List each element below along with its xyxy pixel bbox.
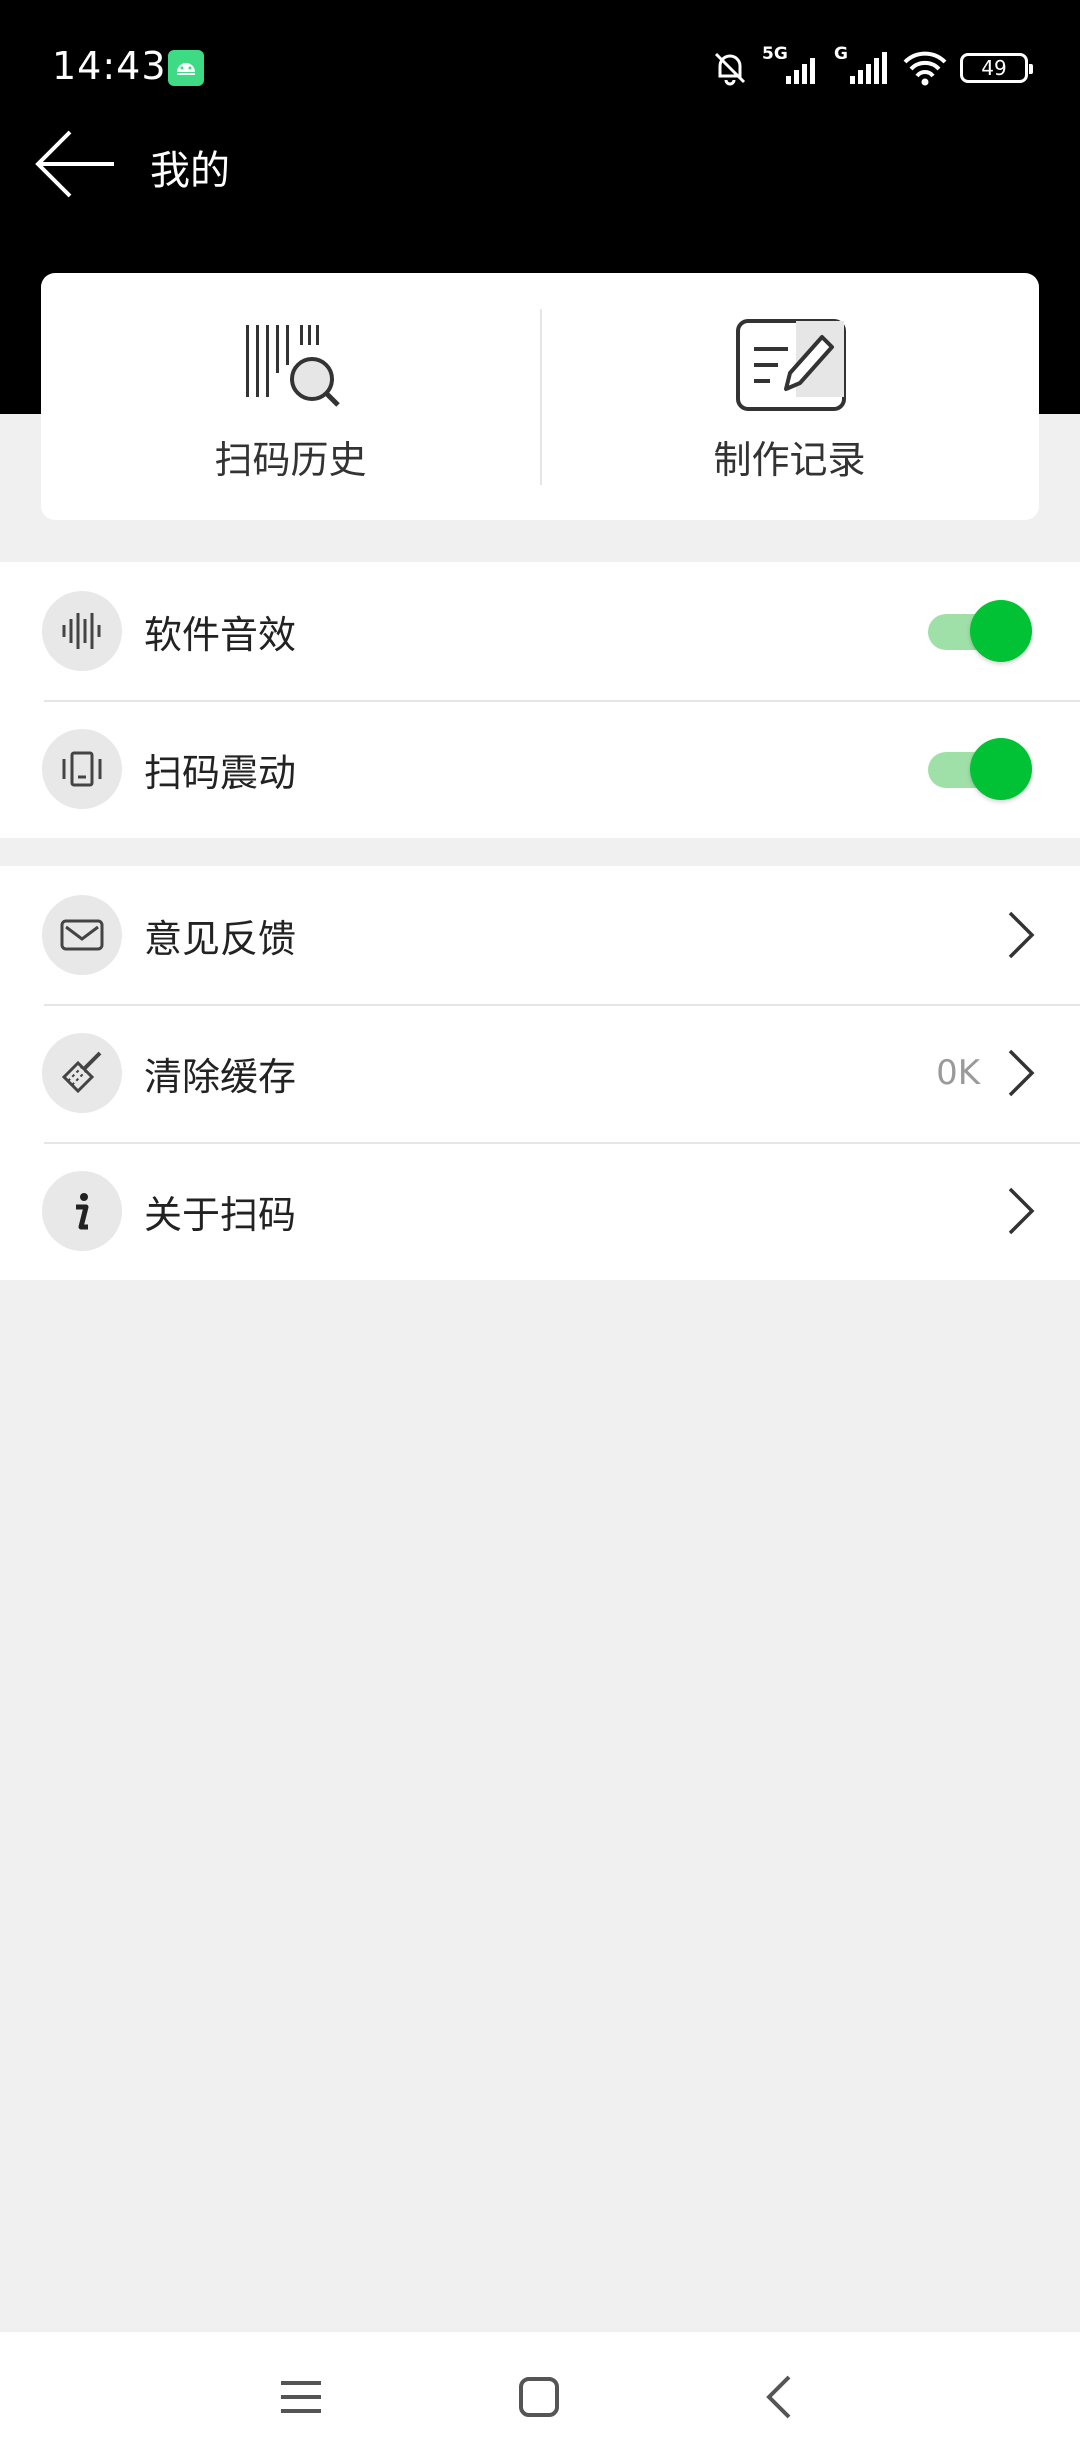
recent-apps-button[interactable]	[266, 2362, 336, 2432]
feedback-label: 意见反馈	[144, 916, 297, 961]
sound-effects-label: 软件音效	[144, 612, 297, 657]
toggle-knob	[970, 738, 1032, 800]
settings-row-sound: 软件音效	[0, 562, 1080, 700]
edit-note-icon	[735, 319, 846, 411]
sound-wave-icon	[42, 591, 122, 671]
menu-row-about[interactable]: 关于扫码	[0, 1142, 1080, 1280]
vibrate-icon	[42, 729, 122, 809]
menu-row-clear-cache[interactable]: 清除缓存 0K	[0, 1004, 1080, 1142]
scan-vibration-label: 扫码震动	[144, 750, 297, 795]
card-divider	[540, 309, 542, 485]
system-nav-bar	[0, 2332, 1080, 2460]
status-bar: 14:43 5G G 49	[0, 0, 1080, 138]
mail-icon	[42, 895, 122, 975]
scan-history-button[interactable]: 扫码历史	[41, 273, 540, 520]
menu-icon	[281, 2381, 321, 2413]
create-records-button[interactable]: 制作记录	[540, 273, 1039, 520]
barcode-search-icon	[245, 325, 340, 407]
back-button[interactable]	[30, 124, 120, 204]
chevron-right-icon	[1008, 1049, 1035, 1097]
home-button[interactable]	[504, 2362, 574, 2432]
signal-g-icon: G	[834, 44, 890, 88]
broom-icon	[42, 1033, 122, 1113]
back-chevron-icon	[766, 2375, 791, 2419]
scan-vibration-toggle[interactable]	[924, 736, 1032, 802]
status-time: 14:43	[52, 44, 167, 88]
menu-group: 意见反馈 清除缓存 0K 关于扫码	[0, 866, 1080, 1280]
top-card: 扫码历史 制作记录	[41, 273, 1039, 520]
battery-icon: 49	[960, 53, 1033, 83]
settings-group: 软件音效 扫码震动	[0, 562, 1080, 838]
system-back-button[interactable]	[744, 2362, 814, 2432]
android-notification-icon	[168, 50, 204, 86]
chevron-right-icon	[1008, 911, 1035, 959]
menu-row-feedback[interactable]: 意见反馈	[0, 866, 1080, 1004]
cache-size-value: 0K	[936, 1053, 980, 1093]
clear-cache-label: 清除缓存	[144, 1054, 297, 1099]
arrow-left-icon	[35, 130, 114, 198]
chevron-right-icon	[1008, 1187, 1035, 1235]
sound-effects-toggle[interactable]	[924, 598, 1032, 664]
home-square-icon	[519, 2377, 559, 2417]
page-title: 我的	[150, 148, 230, 194]
create-records-label: 制作记录	[713, 438, 866, 482]
signal-5g-icon: 5G	[762, 44, 822, 88]
wifi-icon	[903, 51, 947, 86]
battery-level: 49	[981, 56, 1007, 80]
scan-history-label: 扫码历史	[214, 438, 367, 482]
toggle-knob	[970, 600, 1032, 662]
info-icon	[42, 1171, 122, 1251]
mute-bell-icon	[714, 52, 746, 86]
about-label: 关于扫码	[144, 1192, 297, 1237]
settings-row-vibration: 扫码震动	[0, 700, 1080, 838]
